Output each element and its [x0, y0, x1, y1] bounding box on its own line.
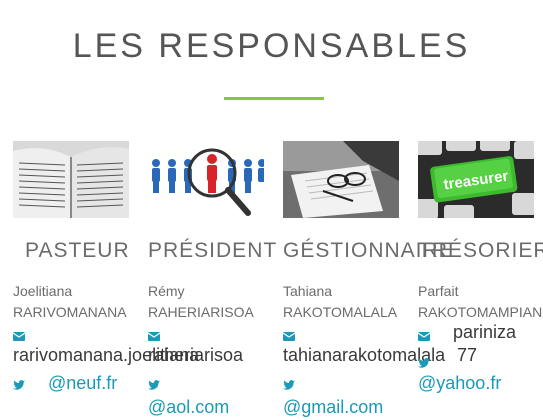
envelope-icon — [418, 330, 430, 344]
member-twitter-link[interactable]: @yahoo.fr — [418, 372, 501, 394]
member-email-link-continued[interactable]: 77 — [457, 344, 477, 366]
envelope-icon — [13, 330, 25, 344]
member-card-tresorier: treasurer TRÉSORIER Parfait RAKOTOMAMPIA… — [418, 141, 543, 393]
member-role: PASTEUR — [25, 239, 130, 262]
magnifying-glass-people-photo — [148, 141, 264, 218]
member-first-name: Rémy — [148, 283, 185, 299]
envelope-icon — [283, 330, 295, 344]
treasurer-keyboard-photo: treasurer — [418, 141, 534, 218]
member-role: PRÉSIDENT — [148, 239, 278, 262]
member-last-name: RAKOTOMAMPIANINA — [418, 304, 543, 320]
member-twitter-link[interactable]: @aol.com — [148, 396, 229, 418]
twitter-icon — [148, 380, 160, 394]
open-book-photo — [13, 141, 129, 218]
member-first-name: Tahiana — [283, 283, 333, 299]
twitter-icon — [13, 380, 25, 394]
member-card-president: PRÉSIDENT Rémy RAHERIARISOA raheriarisoa… — [148, 141, 276, 417]
member-role: TRÉSORIER — [418, 239, 543, 262]
twitter-icon — [418, 358, 430, 372]
member-last-name: RAHERIARISOA — [148, 304, 254, 320]
twitter-icon — [283, 380, 295, 394]
envelope-icon — [148, 330, 160, 344]
member-last-name: RARIVOMANANA — [13, 304, 127, 320]
member-card-gestionnaire: GÉSTIONNAIRE Tahiana RAKOTOMALALA tahian… — [283, 141, 453, 417]
member-twitter-link[interactable]: @gmail.com — [283, 396, 383, 418]
documents-glasses-laptop-photo — [283, 141, 399, 218]
member-first-name: Joelitiana — [13, 283, 73, 299]
member-last-name: RAKOTOMALALA — [283, 304, 398, 320]
title-divider — [224, 97, 324, 100]
member-email-link[interactable]: pariniza — [453, 321, 516, 343]
member-twitter-link[interactable]: @neuf.fr — [48, 372, 117, 394]
member-card-pasteur: PASTEUR Joelitiana RARIVOMANANA rarivoma… — [13, 141, 199, 393]
section-title: LES RESPONSABLES — [72, 27, 471, 65]
member-first-name: Parfait — [418, 283, 459, 299]
member-email-link[interactable]: raheriarisoa — [148, 344, 243, 366]
